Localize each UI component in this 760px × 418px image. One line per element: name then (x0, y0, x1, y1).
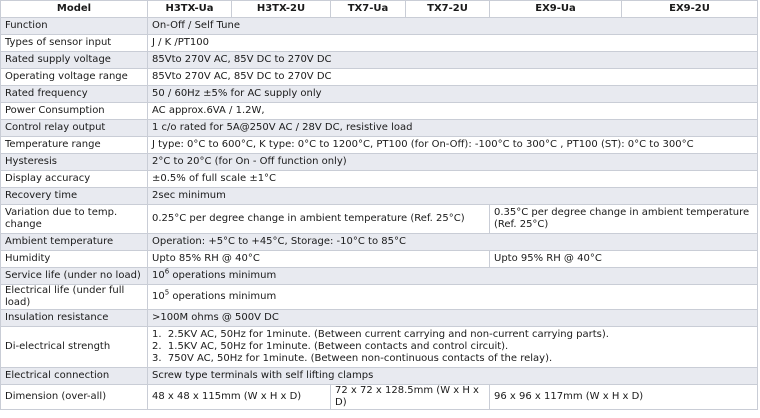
row-label: Recovery time (0, 187, 148, 205)
header-tx7-ua: TX7-Ua (330, 0, 406, 18)
row-value-c: 96 x 96 x 117mm (W x H x D) (489, 384, 758, 410)
table-row: Electrical life (under full load) 105 op… (0, 284, 758, 310)
row-value: 1. 2.5KV AC, 50Hz for 1minute. (Between … (147, 326, 758, 368)
row-value-b: 0.35°C per degree change in ambient temp… (489, 204, 758, 234)
header-row: Model H3TX-Ua H3TX-2U TX7-Ua TX7-2U EX9-… (0, 0, 758, 18)
header-ex9-ua: EX9-Ua (489, 0, 622, 18)
table-row: Operating voltage range 85Vto 270V AC, 8… (0, 68, 758, 86)
value-suffix: operations minimum (169, 270, 277, 281)
row-value-b: Upto 95% RH @ 40°C (489, 250, 758, 268)
table-row: Display accuracy ±0.5% of full scale ±1°… (0, 170, 758, 188)
row-label: Display accuracy (0, 170, 148, 188)
row-label: Ambient temperature (0, 233, 148, 251)
row-value: 105 operations minimum (147, 284, 758, 310)
table-row: Power Consumption AC approx.6VA / 1.2W, (0, 102, 758, 120)
row-value: 2sec minimum (147, 187, 758, 205)
table-row: Ambient temperature Operation: +5°C to +… (0, 233, 758, 251)
table-row: Recovery time 2sec minimum (0, 187, 758, 205)
row-label: Electrical connection (0, 367, 148, 385)
table-row: Service life (under no load) 106 operati… (0, 267, 758, 285)
list-item: 2. 1.5KV AC, 50Hz for 1minute. (Between … (152, 341, 509, 352)
table-row: Electrical connection Screw type termina… (0, 367, 758, 385)
row-label: Di-electrical strength (0, 326, 148, 368)
row-value: ±0.5% of full scale ±1°C (147, 170, 758, 188)
row-value: AC approx.6VA / 1.2W, (147, 102, 758, 120)
row-value-b: 72 x 72 x 128.5mm (W x H x D) (330, 384, 490, 410)
value-base: 10 (152, 270, 165, 281)
row-label: Types of sensor input (0, 34, 148, 52)
row-label: Electrical life (under full load) (0, 284, 148, 310)
row-label: Insulation resistance (0, 309, 148, 327)
list-item: 3. 750V AC, 50Hz for 1minute. (Between n… (152, 353, 553, 364)
row-label: Rated supply voltage (0, 51, 148, 69)
value-suffix: operations minimum (169, 291, 277, 302)
row-value-a: 0.25°C per degree change in ambient temp… (147, 204, 490, 234)
row-value: J / K /PT100 (147, 34, 758, 52)
row-value: 50 / 60Hz ±5% for AC supply only (147, 85, 758, 103)
table-row: Function On-Off / Self Tune (0, 17, 758, 35)
row-label: Operating voltage range (0, 68, 148, 86)
row-label: Power Consumption (0, 102, 148, 120)
list-item: 1. 2.5KV AC, 50Hz for 1minute. (Between … (152, 329, 609, 340)
header-ex9-2u: EX9-2U (621, 0, 758, 18)
table-row: Rated frequency 50 / 60Hz ±5% for AC sup… (0, 85, 758, 103)
row-value: J type: 0°C to 600°C, K type: 0°C to 120… (147, 136, 758, 154)
row-label: Rated frequency (0, 85, 148, 103)
specifications-table: Model H3TX-Ua H3TX-2U TX7-Ua TX7-2U EX9-… (0, 0, 758, 410)
row-value: 1 c/o rated for 5A@250V AC / 28V DC, res… (147, 119, 758, 137)
row-value: Screw type terminals with self lifting c… (147, 367, 758, 385)
row-value: Operation: +5°C to +45°C, Storage: -10°C… (147, 233, 758, 251)
row-label: Variation due to temp. change (0, 204, 148, 234)
row-label: Hysteresis (0, 153, 148, 171)
row-value: 85Vto 270V AC, 85V DC to 270V DC (147, 68, 758, 86)
row-value: 2°C to 20°C (for On - Off function only) (147, 153, 758, 171)
header-tx7-2u: TX7-2U (405, 0, 490, 18)
table-row: Dimension (over-all) 48 x 48 x 115mm (W … (0, 384, 758, 410)
table-row: Rated supply voltage 85Vto 270V AC, 85V … (0, 51, 758, 69)
header-h3tx-ua: H3TX-Ua (147, 0, 232, 18)
row-label: Function (0, 17, 148, 35)
row-value-a: Upto 85% RH @ 40°C (147, 250, 490, 268)
row-label: Humidity (0, 250, 148, 268)
row-value: 106 operations minimum (147, 267, 758, 285)
table-row: Types of sensor input J / K /PT100 (0, 34, 758, 52)
row-label: Dimension (over-all) (0, 384, 148, 410)
table-row: Control relay output 1 c/o rated for 5A@… (0, 119, 758, 137)
row-value: On-Off / Self Tune (147, 17, 758, 35)
value-base: 10 (152, 291, 165, 302)
row-value: 85Vto 270V AC, 85V DC to 270V DC (147, 51, 758, 69)
table-row: Variation due to temp. change 0.25°C per… (0, 204, 758, 234)
table-row: Temperature range J type: 0°C to 600°C, … (0, 136, 758, 154)
row-label: Service life (under no load) (0, 267, 148, 285)
table-row: Di-electrical strength 1. 2.5KV AC, 50Hz… (0, 326, 758, 368)
header-model: Model (0, 0, 148, 18)
table-row: Humidity Upto 85% RH @ 40°C Upto 95% RH … (0, 250, 758, 268)
table-row: Insulation resistance >100M ohms @ 500V … (0, 309, 758, 327)
header-h3tx-2u: H3TX-2U (231, 0, 331, 18)
table-row: Hysteresis 2°C to 20°C (for On - Off fun… (0, 153, 758, 171)
row-value: >100M ohms @ 500V DC (147, 309, 758, 327)
row-value-a: 48 x 48 x 115mm (W x H x D) (147, 384, 331, 410)
row-label: Control relay output (0, 119, 148, 137)
row-label: Temperature range (0, 136, 148, 154)
